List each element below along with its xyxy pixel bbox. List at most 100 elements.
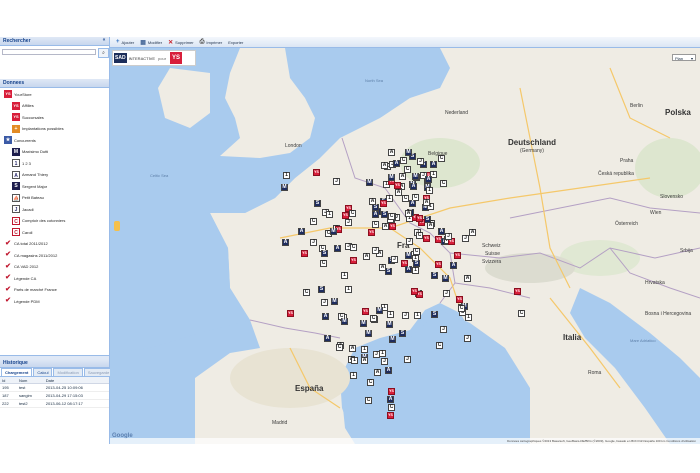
- store-marker-icon[interactable]: M: [331, 298, 338, 305]
- store-marker-icon[interactable]: C: [404, 166, 411, 173]
- store-marker-icon[interactable]: C: [370, 315, 377, 322]
- tab-modification[interactable]: Modification: [53, 368, 83, 376]
- store-marker-icon[interactable]: C: [413, 248, 420, 255]
- store-marker-icon[interactable]: YS: [342, 212, 349, 219]
- store-marker-icon[interactable]: YS: [313, 169, 320, 176]
- tree-item[interactable]: 11 2 3: [12, 158, 31, 168]
- store-marker-icon[interactable]: YS: [387, 412, 394, 419]
- store-marker-icon[interactable]: A: [438, 228, 445, 235]
- print-button[interactable]: ⎙ Imprimer: [200, 38, 223, 46]
- store-marker-icon[interactable]: 1: [387, 311, 394, 318]
- tree-item[interactable]: ✔ CA total 2011/2012: [4, 239, 48, 249]
- store-marker-icon[interactable]: M: [376, 307, 383, 314]
- store-marker-icon[interactable]: A: [430, 161, 437, 168]
- store-marker-icon[interactable]: J: [445, 233, 452, 240]
- store-marker-icon[interactable]: J: [417, 158, 424, 165]
- store-marker-icon[interactable]: YS: [514, 288, 521, 295]
- tree-item[interactable]: YS Succursales: [12, 112, 44, 122]
- store-marker-icon[interactable]: M: [360, 320, 367, 327]
- store-marker-icon[interactable]: 1: [414, 312, 421, 319]
- store-marker-icon[interactable]: C: [367, 379, 374, 386]
- tree-item[interactable]: ✔ Légende PDM: [4, 296, 40, 306]
- tab-sauvegarde[interactable]: Sauvegarde: [83, 368, 114, 376]
- store-marker-icon[interactable]: A: [405, 266, 412, 273]
- store-marker-icon[interactable]: A: [464, 275, 471, 282]
- store-marker-icon[interactable]: J: [381, 358, 388, 365]
- store-marker-icon[interactable]: A: [282, 239, 289, 246]
- store-marker-icon[interactable]: 1: [351, 357, 358, 364]
- store-marker-icon[interactable]: A: [469, 229, 476, 236]
- store-marker-icon[interactable]: J: [345, 219, 352, 226]
- store-marker-icon[interactable]: S: [372, 204, 379, 211]
- store-marker-icon[interactable]: YS: [388, 388, 395, 395]
- store-marker-icon[interactable]: J: [333, 178, 340, 185]
- store-marker-icon[interactable]: A: [334, 245, 341, 252]
- tab-chargement[interactable]: Chargement: [1, 368, 33, 376]
- store-marker-icon[interactable]: J: [321, 299, 328, 306]
- store-marker-icon[interactable]: C: [350, 244, 357, 251]
- store-marker-icon[interactable]: M: [442, 275, 449, 282]
- store-marker-icon[interactable]: YS: [416, 215, 423, 222]
- store-marker-icon[interactable]: A: [385, 367, 392, 374]
- store-marker-icon[interactable]: J: [372, 247, 379, 254]
- store-marker-icon[interactable]: M: [281, 184, 288, 191]
- store-marker-icon[interactable]: 1: [326, 211, 333, 218]
- store-marker-icon[interactable]: A: [405, 210, 412, 217]
- store-marker-icon[interactable]: S: [399, 330, 406, 337]
- store-marker-icon[interactable]: C: [372, 221, 379, 228]
- store-marker-icon[interactable]: A: [410, 183, 417, 190]
- store-marker-icon[interactable]: 1: [350, 372, 357, 379]
- store-marker-icon[interactable]: A: [381, 162, 388, 169]
- edit-button[interactable]: ▦ Modifier: [140, 38, 162, 46]
- store-marker-icon[interactable]: M: [388, 174, 395, 181]
- store-marker-icon[interactable]: 1: [361, 346, 368, 353]
- store-marker-icon[interactable]: A: [372, 211, 379, 218]
- tree-item[interactable]: A Armand Thiery: [12, 170, 48, 180]
- store-marker-icon[interactable]: YS: [362, 308, 369, 315]
- store-marker-icon[interactable]: A: [374, 369, 381, 376]
- store-marker-icon[interactable]: YS: [423, 235, 430, 242]
- store-marker-icon[interactable]: A: [409, 200, 416, 207]
- store-marker-icon[interactable]: C: [336, 344, 343, 351]
- store-marker-icon[interactable]: J: [391, 256, 398, 263]
- store-marker-icon[interactable]: C: [349, 210, 356, 217]
- pegman-icon[interactable]: [114, 221, 120, 231]
- store-marker-icon[interactable]: C: [365, 397, 372, 404]
- store-marker-icon[interactable]: C: [388, 404, 395, 411]
- search-button[interactable]: ⌕: [98, 48, 109, 58]
- store-marker-icon[interactable]: 1: [426, 187, 433, 194]
- store-marker-icon[interactable]: S: [321, 250, 328, 257]
- store-marker-icon[interactable]: C: [400, 157, 407, 164]
- tree-item[interactable]: ⛵ Petit Bateau: [12, 193, 44, 203]
- tree-item[interactable]: C Comptoir des cotonniers: [12, 216, 65, 226]
- store-marker-icon[interactable]: C: [458, 305, 465, 312]
- store-marker-icon[interactable]: S: [385, 268, 392, 275]
- store-marker-icon[interactable]: S: [381, 211, 388, 218]
- store-marker-icon[interactable]: YS: [411, 288, 418, 295]
- store-marker-icon[interactable]: 1: [283, 172, 290, 179]
- store-marker-icon[interactable]: C: [320, 260, 327, 267]
- store-marker-icon[interactable]: YS: [454, 252, 461, 259]
- store-marker-icon[interactable]: A: [382, 223, 389, 230]
- store-marker-icon[interactable]: 1: [412, 267, 419, 274]
- store-marker-icon[interactable]: J: [462, 235, 469, 242]
- tree-item[interactable]: ★ Concurrents: [4, 135, 36, 145]
- store-marker-icon[interactable]: A: [361, 357, 368, 364]
- store-marker-icon[interactable]: 1: [345, 286, 352, 293]
- store-marker-icon[interactable]: C: [438, 155, 445, 162]
- store-marker-icon[interactable]: A: [324, 335, 331, 342]
- store-marker-icon[interactable]: YS: [435, 261, 442, 268]
- store-marker-icon[interactable]: YS: [368, 229, 375, 236]
- store-marker-icon[interactable]: M: [405, 149, 412, 156]
- store-marker-icon[interactable]: S: [314, 200, 321, 207]
- tree-item[interactable]: ✔ Parts de marché France: [4, 285, 57, 295]
- store-marker-icon[interactable]: A: [322, 313, 329, 320]
- store-marker-icon[interactable]: A: [387, 396, 394, 403]
- store-marker-icon[interactable]: A: [298, 228, 305, 235]
- store-marker-icon[interactable]: S: [431, 311, 438, 318]
- store-marker-icon[interactable]: J: [464, 335, 471, 342]
- store-marker-icon[interactable]: YS: [394, 182, 401, 189]
- store-marker-icon[interactable]: M: [330, 228, 337, 235]
- store-marker-icon[interactable]: M: [366, 179, 373, 186]
- store-marker-icon[interactable]: M: [386, 321, 393, 328]
